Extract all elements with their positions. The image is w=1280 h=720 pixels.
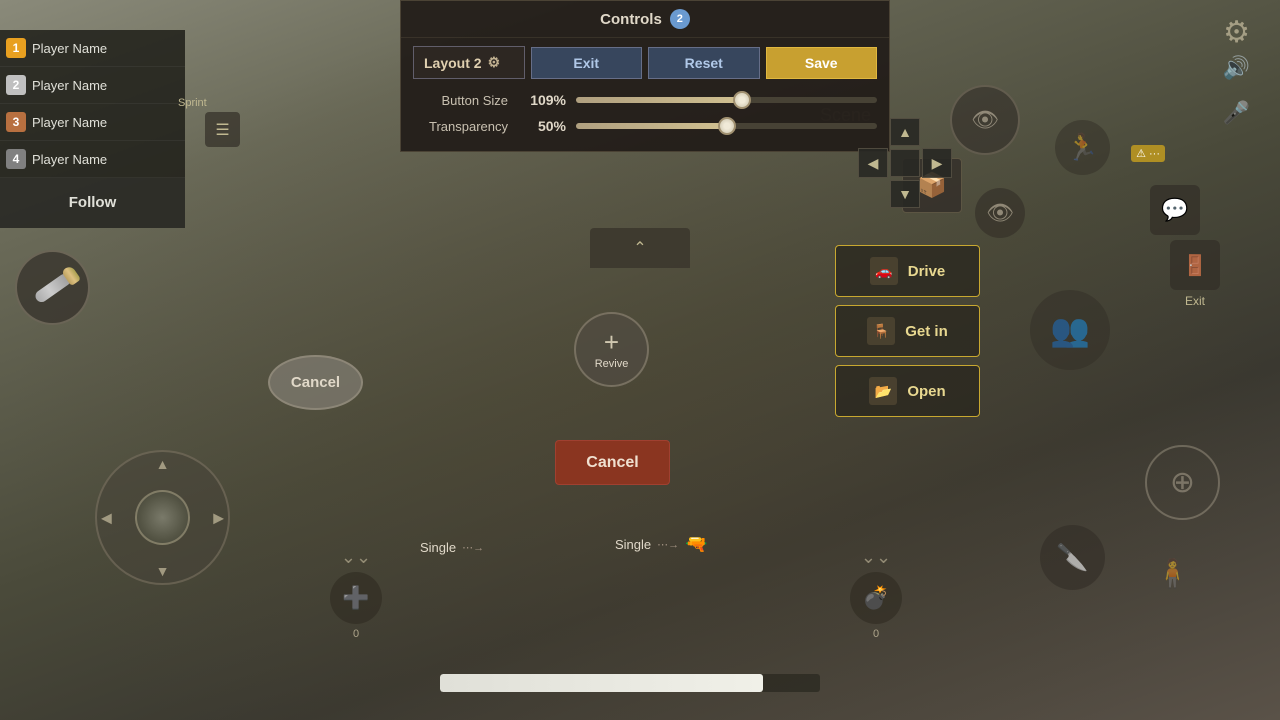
cancel-red-button[interactable]: Cancel	[555, 440, 670, 485]
medkit-chevron: ⌄⌄	[341, 547, 371, 568]
controls-badge: 2	[670, 9, 690, 29]
layout-label: Layout 2	[424, 55, 482, 71]
controls-header: Controls 2	[401, 1, 889, 38]
health-bar	[440, 674, 820, 692]
dpad-down[interactable]: ▼	[890, 180, 920, 208]
bullet-circle	[15, 250, 90, 325]
gear-icon: ⚙	[488, 54, 501, 71]
cancel-big-button[interactable]: Cancel	[268, 355, 363, 410]
medkit-indicator: ⌄⌄ ➕ 0	[330, 547, 382, 640]
fire-single-right-label: Single	[615, 537, 651, 552]
medkit-count: 0	[353, 628, 359, 640]
player-item-3[interactable]: 3 Player Name	[0, 104, 185, 141]
health-fill	[440, 674, 763, 692]
player-item-1[interactable]: 1 Player Name	[0, 30, 185, 67]
grenade-count: 0	[873, 628, 879, 640]
follow-button[interactable]: Follow	[0, 178, 185, 228]
mic-icon[interactable]: 🎤	[1223, 100, 1250, 126]
exit-right-icon: 🚪	[1170, 240, 1220, 290]
player-name-3: Player Name	[32, 115, 107, 130]
drive-label: Drive	[908, 263, 946, 280]
transparency-slider[interactable]	[576, 123, 877, 129]
fire-indicator-right: Single ⋯→ 🔫	[615, 534, 708, 555]
bullet-icon	[33, 271, 73, 304]
drive-icon: 🚗	[870, 257, 898, 285]
player-list: 1 Player Name 2 Player Name 3 Player Nam…	[0, 30, 185, 228]
button-size-row: Button Size 109%	[401, 87, 889, 113]
joystick-down-arrow: ▼	[156, 563, 170, 579]
reset-button[interactable]: Reset	[648, 47, 760, 79]
run-icon[interactable]: 🏃	[1055, 120, 1110, 175]
transparency-row: Transparency 50%	[401, 113, 889, 139]
drive-button[interactable]: 🚗 Drive	[835, 245, 980, 297]
knife-icon[interactable]: 🔪	[1040, 525, 1105, 590]
grenade-chevron: ⌄⌄	[861, 547, 891, 568]
grenade-indicator: ⌄⌄ 💣 0	[850, 547, 902, 640]
button-size-label: Button Size	[413, 93, 508, 108]
player-name-1: Player Name	[32, 41, 107, 56]
team-icon[interactable]: 👥	[1030, 290, 1110, 370]
fire-indicator-left: Single ⋯→	[420, 540, 484, 555]
cancel-red-label: Cancel	[586, 454, 638, 472]
joystick[interactable]: ▲ ▼ ◀ ▶	[95, 450, 230, 585]
revive-label: Revive	[595, 358, 629, 370]
get-in-icon: 🪑	[867, 317, 895, 345]
exit-right-button[interactable]: 🚪 Exit	[1170, 240, 1220, 308]
player-item-4[interactable]: 4 Player Name	[0, 141, 185, 178]
open-button[interactable]: 📂 Open	[835, 365, 980, 417]
dpad-left[interactable]: ◀	[858, 148, 888, 178]
controls-title: Controls	[600, 11, 662, 28]
settings-icon[interactable]: ⚙	[1223, 15, 1250, 50]
transparency-value: 50%	[518, 118, 566, 134]
revive-plus-icon: +	[604, 329, 619, 355]
grenade-icon[interactable]: 💣	[850, 572, 902, 624]
list-icon[interactable]: ☰	[205, 112, 240, 147]
player-name-2: Player Name	[32, 78, 107, 93]
chat-icon[interactable]: 💬	[1150, 185, 1200, 235]
medkit-icon[interactable]: ➕	[330, 572, 382, 624]
eye-icon[interactable]: 👁	[975, 188, 1025, 238]
save-button[interactable]: Save	[766, 47, 878, 79]
scope-icon[interactable]: 👁	[950, 85, 1020, 155]
get-in-label: Get in	[905, 323, 948, 340]
controls-toolbar: Layout 2 ⚙ Exit Reset Save	[401, 38, 889, 87]
transparency-label: Transparency	[413, 119, 508, 134]
player-number-1: 1	[6, 38, 26, 58]
revive-button[interactable]: + Revive	[574, 312, 649, 387]
joystick-up-arrow: ▲	[156, 456, 170, 472]
player-name-4: Player Name	[32, 152, 107, 167]
button-size-value: 109%	[518, 92, 566, 108]
joystick-arrows: ▲ ▼ ◀ ▶	[97, 452, 228, 583]
vehicle-action-buttons: 🚗 Drive 🪑 Get in 📂 Open	[835, 245, 980, 417]
fire-arrows-right: ⋯→	[657, 538, 679, 551]
layout-button[interactable]: Layout 2 ⚙	[413, 46, 525, 79]
chevron-up[interactable]: ⌃	[590, 228, 690, 268]
open-label: Open	[907, 383, 945, 400]
player-number-3: 3	[6, 112, 26, 132]
controls-panel: Controls 2 Layout 2 ⚙ Exit Reset Save Bu…	[400, 0, 890, 152]
fire-arrows-left: ⋯→	[462, 541, 484, 554]
sprint-label: Sprint	[178, 97, 207, 109]
dpad-right[interactable]: ▶	[922, 148, 952, 178]
pistol-icon: 🔫	[685, 534, 707, 555]
exit-right-label: Exit	[1185, 294, 1205, 308]
joystick-left-arrow: ◀	[101, 509, 112, 526]
player-number-2: 2	[6, 75, 26, 95]
joystick-right-arrow: ▶	[213, 509, 224, 526]
player-number-4: 4	[6, 149, 26, 169]
cancel-big-label: Cancel	[291, 374, 340, 391]
scope-crosshair[interactable]: ⊕	[1145, 445, 1220, 520]
player-item-2[interactable]: 2 Player Name	[0, 67, 185, 104]
volume-icon[interactable]: 🔊	[1223, 55, 1250, 81]
exit-button[interactable]: Exit	[531, 47, 643, 79]
get-in-button[interactable]: 🪑 Get in	[835, 305, 980, 357]
warning-icon: ⚠ ···	[1131, 145, 1165, 162]
button-size-slider[interactable]	[576, 97, 877, 103]
fire-single-left-label: Single	[420, 540, 456, 555]
dpad-up[interactable]: ▲	[890, 118, 920, 146]
open-icon: 📂	[869, 377, 897, 405]
prone-icon[interactable]: 🧍	[1155, 557, 1190, 590]
